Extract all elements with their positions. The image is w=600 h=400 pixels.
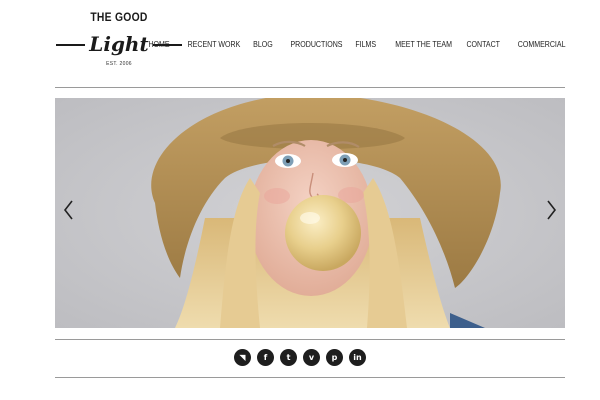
rss-icon[interactable]: ◥ bbox=[234, 349, 251, 366]
nav-item-commercial[interactable]: COMMERCIAL bbox=[517, 38, 565, 52]
nav-item-meet-the-team[interactable]: MEET THE TEAM bbox=[395, 38, 452, 52]
nav-item-blog[interactable]: BLOG bbox=[253, 38, 273, 52]
pinterest-icon[interactable]: p bbox=[326, 349, 343, 366]
nav-item-recent-work[interactable]: RECENT WORK bbox=[187, 38, 240, 52]
linkedin-icon[interactable]: in bbox=[349, 349, 366, 366]
nav-item-contact[interactable]: CONTACT bbox=[466, 38, 500, 52]
vimeo-icon[interactable]: v bbox=[303, 349, 320, 366]
social-links: ◥ f t v p in bbox=[0, 349, 600, 367]
logo-line-2: Light bbox=[89, 32, 149, 56]
main-nav: HOME RECENT WORK BLOG PRODUCTIONS FILMS … bbox=[145, 38, 565, 52]
nav-item-productions[interactable]: PRODUCTIONS bbox=[290, 38, 342, 52]
footer-divider-bottom bbox=[55, 377, 565, 378]
facebook-icon[interactable]: f bbox=[257, 349, 274, 366]
twitter-icon[interactable]: t bbox=[280, 349, 297, 366]
logo-rule-left bbox=[56, 44, 85, 46]
hero-slide-image bbox=[55, 98, 565, 328]
site-header: THE GOOD Light EST. 2006 HOME RECENT WOR… bbox=[0, 0, 600, 88]
slider-prev-button[interactable] bbox=[59, 198, 79, 222]
hero-slider bbox=[55, 98, 565, 328]
nav-item-home[interactable]: HOME bbox=[148, 38, 169, 52]
header-divider bbox=[55, 87, 565, 88]
chevron-right-icon bbox=[547, 200, 557, 220]
slider-next-button[interactable] bbox=[541, 198, 561, 222]
logo-line-3: EST. 2006 bbox=[106, 61, 132, 67]
chevron-left-icon bbox=[63, 200, 73, 220]
nav-item-films[interactable]: FILMS bbox=[355, 38, 376, 52]
footer-divider-top bbox=[55, 339, 565, 340]
logo-line-1: THE GOOD bbox=[90, 12, 148, 24]
